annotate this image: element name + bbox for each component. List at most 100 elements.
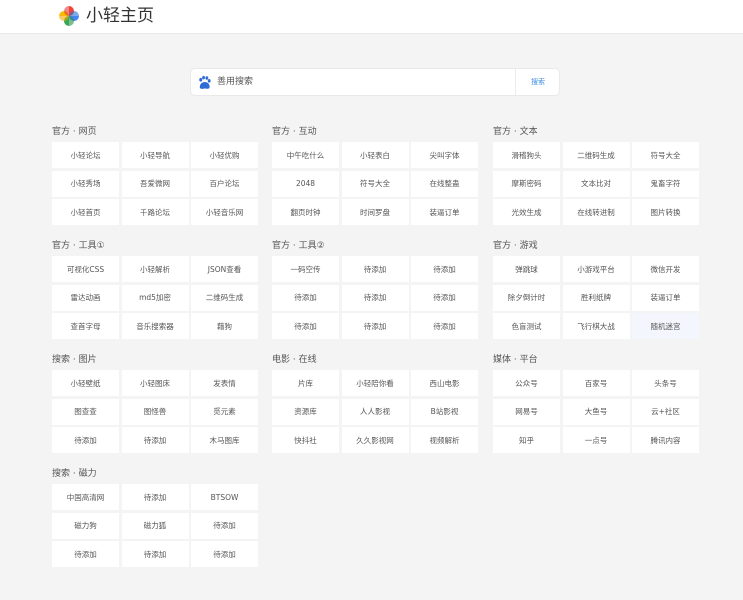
link-tile[interactable]: 鬼畜字符 (632, 170, 699, 197)
link-tile[interactable]: 飞行棋大战 (562, 313, 630, 339)
link-tile[interactable]: 百家号 (562, 370, 630, 396)
link-tile[interactable]: 千路论坛 (121, 199, 189, 225)
link-tile[interactable]: 木马图库 (191, 427, 258, 453)
link-tile[interactable]: 文本比对 (562, 170, 630, 197)
link-tile[interactable]: 公众号 (493, 370, 560, 396)
link-tile[interactable]: 大鱼号 (562, 398, 630, 425)
link-tile[interactable]: 符号大全 (632, 142, 699, 168)
link-tile[interactable]: 查首字母 (52, 313, 119, 339)
link-tile[interactable]: JSON查看 (191, 256, 258, 282)
link-tile[interactable]: 待添加 (272, 313, 339, 339)
search-input[interactable] (217, 74, 497, 90)
link-tile[interactable]: 视频解析 (411, 427, 478, 453)
pinwheel-logo-icon[interactable] (58, 5, 80, 27)
link-grid: 公众号 百家号 头条号网易号 大鱼号 云+社区知乎 一点号 腾讯内容 (493, 370, 703, 453)
link-tile[interactable]: 头条号 (632, 370, 699, 396)
link-tile[interactable]: 西山电影 (411, 370, 478, 396)
link-tile[interactable]: 人人影视 (341, 398, 409, 425)
link-tile[interactable]: 中午吃什么 (272, 142, 339, 168)
link-tile[interactable]: 藉狗 (191, 313, 258, 339)
link-tile[interactable]: 待添加 (411, 256, 478, 282)
link-tile[interactable]: 色盲测试 (493, 313, 560, 339)
link-tile[interactable]: 翻页时钟 (272, 199, 339, 225)
link-tile[interactable]: 二维码生成 (562, 142, 630, 168)
link-tile[interactable]: 发表情 (191, 370, 258, 396)
link-tile[interactable]: 网易号 (493, 398, 560, 425)
link-tile[interactable]: 待添加 (341, 313, 409, 339)
link-tile[interactable]: 图怪兽 (121, 398, 189, 425)
link-tile[interactable]: 百户论坛 (191, 170, 258, 197)
link-tile[interactable]: 雷达动画 (52, 284, 119, 311)
link-tile[interactable]: 资源库 (272, 398, 339, 425)
link-tile[interactable]: 小轻解析 (121, 256, 189, 282)
link-tile[interactable]: 吾爱微网 (121, 170, 189, 197)
link-tile[interactable]: md5加密 (121, 284, 189, 311)
link-tile[interactable]: 待添加 (341, 256, 409, 282)
section-title: 官方 · 工具① (52, 241, 105, 251)
link-tile[interactable]: 小轻图床 (121, 370, 189, 396)
site-title[interactable]: 小轻主页 (86, 3, 154, 29)
link-tile[interactable]: 滑稽狗头 (493, 142, 560, 168)
link-tile[interactable]: 待添加 (191, 512, 258, 539)
link-tile[interactable]: 觅元素 (191, 398, 258, 425)
link-tile[interactable]: 小轻壁纸 (52, 370, 119, 396)
link-grid: 中午吃什么 小轻表白 尖叫字体 2048 符号大全 在线整蛊翻页时钟 时间罗盘 装逼订单 (272, 142, 482, 225)
link-tile[interactable]: 待添加 (121, 541, 189, 567)
search-button[interactable]: 搜索 (516, 69, 560, 95)
link-tile[interactable]: 小轻论坛 (52, 142, 119, 168)
link-tile[interactable]: 小轻秀场 (52, 170, 119, 197)
link-tile[interactable]: 摩斯密码 (493, 170, 560, 197)
link-grid: 小轻论坛 小轻导航 小轻优购小轻秀场 吾爱微网 百户论坛小轻首页 千路论坛 小轻音乐网 (52, 142, 262, 225)
link-tile[interactable]: 一点号 (562, 427, 630, 453)
link-tile[interactable]: 装逼订单 (632, 284, 699, 311)
link-tile[interactable]: 时间罗盘 (341, 199, 409, 225)
link-tile[interactable]: 微信开发 (632, 256, 699, 282)
link-tile[interactable]: 小轻表白 (341, 142, 409, 168)
section-title: 官方 · 游戏 (493, 241, 538, 251)
link-tile[interactable]: 符号大全 (341, 170, 409, 197)
link-tile[interactable]: 随机迷宫 (632, 313, 699, 339)
link-tile[interactable]: 待添加 (411, 313, 478, 339)
link-tile[interactable]: 2048 (272, 170, 339, 197)
link-tile[interactable]: 在线整蛊 (411, 170, 478, 197)
link-tile[interactable]: 快抖社 (272, 427, 339, 453)
link-tile[interactable]: 小轻首页 (52, 199, 119, 225)
link-tile[interactable]: 待添加 (272, 284, 339, 311)
link-tile[interactable]: 音乐搜索器 (121, 313, 189, 339)
link-tile[interactable]: 小轻陪你看 (341, 370, 409, 396)
link-tile[interactable]: 装逼订单 (411, 199, 478, 225)
link-tile[interactable]: 中国高清网 (52, 484, 119, 510)
link-tile[interactable]: 磁力狗 (52, 512, 119, 539)
link-tile[interactable]: 腾讯内容 (632, 427, 699, 453)
link-tile[interactable]: B站影视 (411, 398, 478, 425)
link-tile[interactable]: 小轻导航 (121, 142, 189, 168)
link-tile[interactable]: 在线转进制 (562, 199, 630, 225)
link-tile[interactable]: 图片转换 (632, 199, 699, 225)
link-tile[interactable]: 待添加 (121, 427, 189, 453)
link-tile[interactable]: 图查查 (52, 398, 119, 425)
link-tile[interactable]: 胜利纸牌 (562, 284, 630, 311)
link-tile[interactable]: 光效生成 (493, 199, 560, 225)
link-tile[interactable]: 知乎 (493, 427, 560, 453)
link-tile[interactable]: 久久影视网 (341, 427, 409, 453)
link-tile[interactable]: 待添加 (411, 284, 478, 311)
link-tile[interactable]: 待添加 (52, 541, 119, 567)
link-tile[interactable]: 除夕倒计时 (493, 284, 560, 311)
link-tile[interactable]: 小轻优购 (191, 142, 258, 168)
link-tile[interactable]: 待添加 (121, 484, 189, 510)
link-tile[interactable]: 尖叫字体 (411, 142, 478, 168)
link-tile[interactable]: 小轻音乐网 (191, 199, 258, 225)
link-grid: 一码空传 待添加 待添加 待添加 待添加 待添加 待添加 待添加 待添加 (272, 256, 482, 339)
link-tile[interactable]: 可视化CSS (52, 256, 119, 282)
link-tile[interactable]: 待添加 (341, 284, 409, 311)
link-tile[interactable]: 云+社区 (632, 398, 699, 425)
link-tile[interactable]: 磁力狐 (121, 512, 189, 539)
link-tile[interactable]: 弹跳球 (493, 256, 560, 282)
link-tile[interactable]: 待添加 (191, 541, 258, 567)
link-tile[interactable]: 二维码生成 (191, 284, 258, 311)
link-tile[interactable]: 片库 (272, 370, 339, 396)
link-tile[interactable]: 小游戏平台 (562, 256, 630, 282)
link-tile[interactable]: BTSOW (191, 484, 258, 510)
link-tile[interactable]: 待添加 (52, 427, 119, 453)
link-tile[interactable]: 一码空传 (272, 256, 339, 282)
